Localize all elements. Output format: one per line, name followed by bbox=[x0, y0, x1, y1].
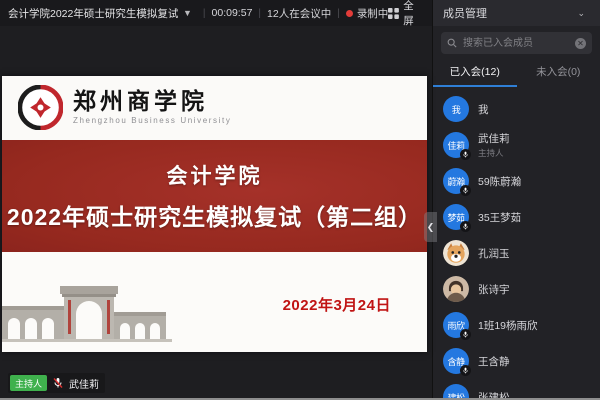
divider: | bbox=[258, 8, 261, 19]
meeting-timer: 00:09:57 bbox=[212, 7, 253, 19]
university-name-en: Zhengzhou Business University bbox=[73, 116, 231, 125]
member-avatar: 雨欣 bbox=[443, 312, 469, 338]
member-avatar: 含静 bbox=[443, 348, 469, 374]
panel-collapse-handle[interactable]: ❮ bbox=[424, 212, 437, 242]
mic-icon bbox=[460, 185, 471, 196]
recording-indicator[interactable]: 录制中 bbox=[346, 6, 389, 21]
member-row[interactable]: 佳莉武佳莉主持人 bbox=[433, 127, 600, 163]
member-avatar: 蔚瀚 bbox=[443, 168, 469, 194]
mic-icon bbox=[460, 365, 471, 376]
tab-not-joined[interactable]: 未入会(0) bbox=[517, 59, 600, 87]
meeting-info-bar: 会计学院2022年硕士研究生模拟复试（第二组） ▼ | 00:09:57 | 1… bbox=[0, 0, 432, 26]
member-role: 主持人 bbox=[478, 147, 510, 159]
university-emblem-icon bbox=[18, 85, 63, 130]
slide-title-line2: 2022年硕士研究生模拟复试（第二组） bbox=[7, 198, 422, 232]
divider: | bbox=[337, 8, 340, 19]
member-name: 张建松 bbox=[478, 390, 510, 400]
member-row[interactable]: 梦茹 35王梦茹 bbox=[433, 199, 600, 235]
member-name: 1班19杨雨欣 bbox=[478, 318, 538, 333]
university-name-cn: 郑州商学院 bbox=[73, 90, 231, 114]
speaker-name: 武佳莉 bbox=[69, 376, 99, 391]
tab-joined[interactable]: 已入会(12) bbox=[433, 59, 517, 87]
slide-date: 2022年3月24日 bbox=[283, 294, 391, 315]
screen-share-stage: 郑州商学院 Zhengzhou Business University 会计学院… bbox=[0, 26, 432, 400]
member-list: 我我佳莉武佳莉主持人蔚瀚59陈蔚瀚梦茹35王梦茹孔润玉张诗宇雨欣1班19杨雨欣含… bbox=[433, 87, 600, 400]
member-search: ✕ bbox=[441, 32, 592, 54]
member-avatar: 建松 bbox=[443, 384, 469, 400]
member-panel: ✕ 已入会(12) 未入会(0) 我我佳莉武佳莉主持人蔚瀚59陈蔚瀚梦茹35王梦… bbox=[432, 26, 600, 400]
member-search-input[interactable] bbox=[461, 37, 571, 50]
fullscreen-icon bbox=[388, 8, 399, 19]
member-row[interactable]: 我我 bbox=[433, 91, 600, 127]
clear-search-icon[interactable]: ✕ bbox=[575, 38, 586, 49]
panel-chevron-down-icon[interactable]: ⌄ bbox=[577, 8, 585, 19]
top-bar: 会计学院2022年硕士研究生模拟复试（第二组） ▼ | 00:09:57 | 1… bbox=[0, 0, 600, 26]
dog-photo-avatar bbox=[443, 240, 469, 266]
campus-gate-image bbox=[2, 282, 177, 344]
host-badge: 主持人 bbox=[10, 375, 47, 391]
slide-title-line1: 会计学院 bbox=[167, 160, 263, 190]
member-avatar: 佳莉 bbox=[443, 132, 469, 158]
meeting-window: 会计学院2022年硕士研究生模拟复试（第二组） ▼ | 00:09:57 | 1… bbox=[0, 0, 600, 400]
member-avatar: 梦茹 bbox=[443, 204, 469, 230]
participant-count[interactable]: 12人在会议中 bbox=[267, 6, 331, 21]
chevron-down-icon[interactable]: ▼ bbox=[183, 8, 192, 18]
member-name: 武佳莉 bbox=[478, 131, 510, 146]
person-photo-avatar bbox=[443, 276, 469, 302]
main-area: 郑州商学院 Zhengzhou Business University 会计学院… bbox=[0, 26, 600, 400]
member-name: 王含静 bbox=[478, 354, 510, 369]
member-row[interactable]: 孔润玉 bbox=[433, 235, 600, 271]
panel-title: 成员管理 bbox=[443, 5, 487, 21]
recording-label: 录制中 bbox=[357, 6, 389, 21]
member-name: 我 bbox=[478, 102, 489, 117]
mic-icon bbox=[460, 149, 471, 160]
member-row[interactable]: 含静王含静 bbox=[433, 343, 600, 379]
slide-title-banner: 会计学院 2022年硕士研究生模拟复试（第二组） bbox=[2, 140, 427, 252]
member-name: 35王梦茹 bbox=[478, 210, 521, 225]
avatar-initials: 我 bbox=[452, 103, 461, 116]
slide-footer: 2022年3月24日 bbox=[2, 252, 427, 352]
member-tabs: 已入会(12) 未入会(0) bbox=[433, 59, 600, 87]
fullscreen-label: 全屏 bbox=[403, 0, 424, 28]
recording-dot-icon bbox=[346, 10, 353, 17]
divider: | bbox=[203, 8, 206, 19]
speaker-overlay: 主持人 武佳莉 bbox=[8, 373, 105, 393]
member-row[interactable]: 雨欣 1班19杨雨欣 bbox=[433, 307, 600, 343]
member-avatar: 我 bbox=[443, 96, 469, 122]
mic-icon bbox=[460, 329, 471, 340]
member-row[interactable]: 建松 张建松 bbox=[433, 379, 600, 400]
presentation-slide: 郑州商学院 Zhengzhou Business University 会计学院… bbox=[2, 76, 427, 352]
member-row[interactable]: 蔚瀚 59陈蔚瀚 bbox=[433, 163, 600, 199]
member-name: 59陈蔚瀚 bbox=[478, 174, 521, 189]
member-name: 孔润玉 bbox=[478, 246, 510, 261]
search-icon bbox=[447, 38, 457, 48]
member-name: 张诗宇 bbox=[478, 282, 510, 297]
member-row[interactable]: 张诗宇 bbox=[433, 271, 600, 307]
meeting-title[interactable]: 会计学院2022年硕士研究生模拟复试（第二组） bbox=[8, 6, 178, 21]
slide-header: 郑州商学院 Zhengzhou Business University bbox=[2, 76, 427, 140]
panel-header: 成员管理 ⌄ bbox=[432, 0, 600, 26]
avatar-initials: 建松 bbox=[447, 391, 464, 400]
mic-icon bbox=[460, 221, 471, 232]
muted-mic-icon bbox=[52, 377, 64, 389]
fullscreen-button[interactable]: 全屏 bbox=[388, 0, 424, 28]
